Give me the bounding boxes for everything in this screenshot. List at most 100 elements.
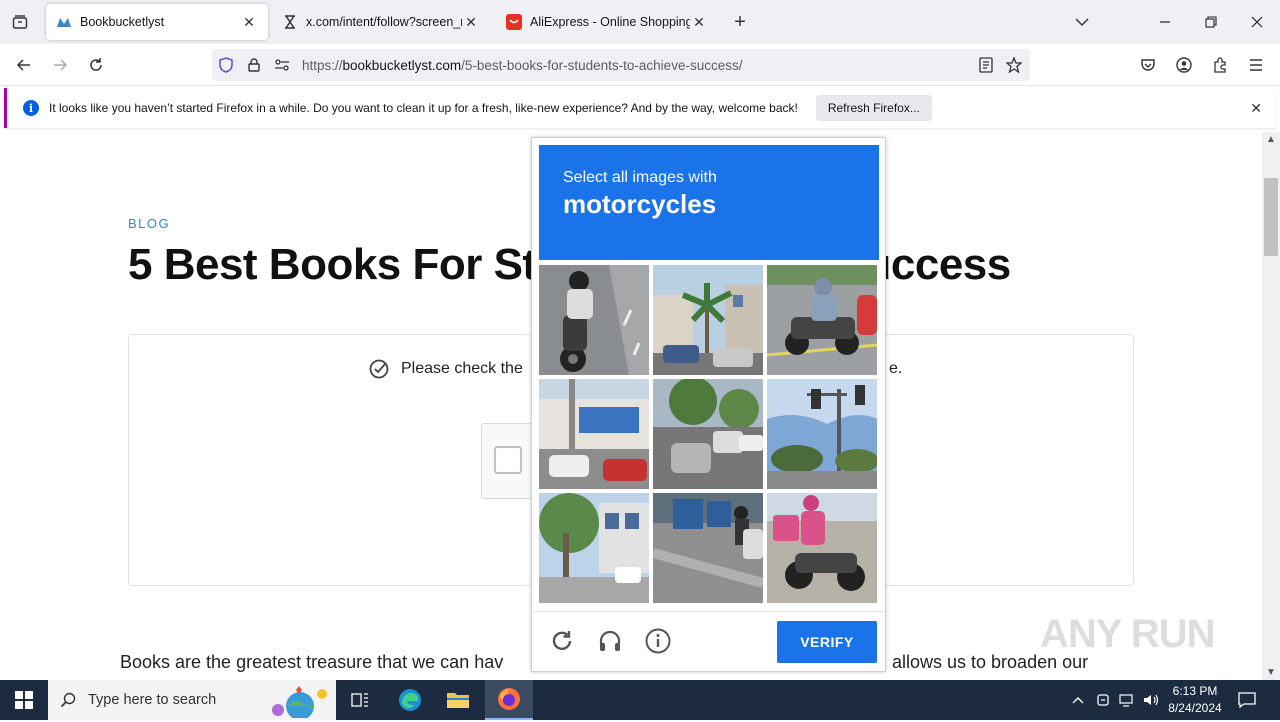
url-path: /5-best-books-for-students-to-achieve-su… xyxy=(461,57,743,73)
firefox-icon xyxy=(498,688,520,710)
tab-bookbucketlyst[interactable]: Bookbucketlyst ✕ xyxy=(46,4,268,40)
captcha-tile-9[interactable] xyxy=(767,493,877,603)
captcha-info-button[interactable] xyxy=(643,626,673,656)
captcha-tile-1[interactable] xyxy=(539,265,649,375)
account-icon xyxy=(1176,57,1192,73)
captcha-tile-2[interactable] xyxy=(653,265,763,375)
captcha-tile-6[interactable] xyxy=(767,379,877,489)
reload-icon xyxy=(90,58,102,71)
reload-button[interactable] xyxy=(81,50,111,80)
notification-message: It looks like you haven’t started Firefo… xyxy=(49,101,798,115)
forward-button[interactable] xyxy=(45,50,75,80)
clock-time: 6:13 PM xyxy=(1172,684,1218,698)
pocket-button[interactable] xyxy=(1133,50,1163,80)
file-explorer-button[interactable] xyxy=(434,680,482,720)
tab-x-follow[interactable]: x.com/intent/follow?screen_na ✕ xyxy=(272,4,490,40)
taskbar-clock[interactable]: 6:13 PM 8/24/2024 xyxy=(1160,683,1230,717)
info-circle-icon xyxy=(645,628,671,654)
hourglass-icon xyxy=(282,14,298,30)
scroll-down-icon[interactable]: ▼ xyxy=(1266,667,1276,678)
category-label[interactable]: BLOG xyxy=(128,216,170,231)
reader-view-icon[interactable] xyxy=(972,49,1000,81)
start-button[interactable] xyxy=(0,680,48,720)
tab-list-button[interactable] xyxy=(0,0,40,44)
aliexpress-favicon-icon xyxy=(506,14,522,30)
minimize-button[interactable] xyxy=(1142,0,1188,44)
firefox-taskbar-button[interactable] xyxy=(485,680,533,720)
device-icon xyxy=(1097,694,1109,706)
pocket-icon xyxy=(1141,59,1155,71)
bookmark-star-icon[interactable] xyxy=(1000,49,1028,81)
article-body: Books are the greatest treasure that we … xyxy=(120,652,1088,673)
new-tab-button[interactable]: + xyxy=(728,10,752,34)
taskbar-search-box[interactable]: Type here to search xyxy=(48,680,336,720)
captcha-tile-7[interactable] xyxy=(539,493,649,603)
captcha-tile-8[interactable] xyxy=(653,493,763,603)
tab-title: Bookbucketlyst xyxy=(80,15,165,29)
tab-strip: Bookbucketlyst ✕ x.com/intent/follow?scr… xyxy=(0,0,1280,44)
verification-message: Please check the e. xyxy=(369,359,902,379)
url-bar[interactable]: https://bookbucketlyst.com/5-best-books-… xyxy=(212,49,1030,81)
captcha-tile-3[interactable] xyxy=(767,265,877,375)
tab-overflow-button[interactable] xyxy=(1070,10,1094,34)
url-host: bookbucketlyst.com xyxy=(342,57,462,73)
navigation-toolbar: https://bookbucketlyst.com/5-best-books-… xyxy=(0,44,1280,86)
body-text-left: Books are the greatest treasure that we … xyxy=(120,652,504,672)
windows-taskbar: Type here to search 6:13 PM 8/24/2024 xyxy=(0,680,1280,720)
chevron-down-icon xyxy=(1075,18,1089,27)
notification-close-icon[interactable]: ✕ xyxy=(1250,100,1262,117)
url-prefix: https:// xyxy=(302,57,343,73)
show-hidden-icons-button[interactable] xyxy=(1068,680,1088,720)
tab-close-icon[interactable]: ✕ xyxy=(462,13,480,31)
device-tray-button[interactable] xyxy=(1092,680,1114,720)
url-text[interactable]: https://bookbucketlyst.com/5-best-books-… xyxy=(302,58,742,73)
network-tray-button[interactable] xyxy=(1116,680,1138,720)
tab-list-icon xyxy=(12,15,28,29)
scroll-up-icon[interactable]: ▲ xyxy=(1266,134,1276,145)
search-placeholder: Type here to search xyxy=(88,692,217,708)
extensions-button[interactable] xyxy=(1205,50,1235,80)
captcha-tile-4[interactable] xyxy=(539,379,649,489)
anyrun-watermark: ANY RUN xyxy=(1040,612,1216,657)
tab-close-icon[interactable]: ✕ xyxy=(240,13,258,31)
tab-close-icon[interactable]: ✕ xyxy=(690,13,708,31)
verify-button[interactable]: VERIFY xyxy=(777,621,877,663)
account-button[interactable] xyxy=(1169,50,1199,80)
close-window-button[interactable] xyxy=(1234,0,1280,44)
refresh-firefox-button[interactable]: Refresh Firefox... xyxy=(815,95,932,121)
search-highlight-icon xyxy=(260,684,332,722)
arrow-left-icon xyxy=(16,59,30,71)
headphones-icon xyxy=(599,630,621,651)
captcha-checkbox[interactable] xyxy=(494,446,522,474)
captcha-header: Select all images with motorcycles xyxy=(539,145,879,260)
back-button[interactable] xyxy=(9,50,39,80)
tracking-shield-icon[interactable] xyxy=(212,49,240,81)
volume-tray-button[interactable] xyxy=(1140,680,1162,720)
captcha-audio-button[interactable] xyxy=(595,626,625,656)
restore-button[interactable] xyxy=(1188,0,1234,44)
tab-aliexpress[interactable]: AliExpress - Online Shopping fo ✕ xyxy=(496,4,718,40)
task-view-icon xyxy=(351,693,368,707)
menu-button[interactable] xyxy=(1241,50,1271,80)
refresh-firefox-notification: i It looks like you haven’t started Fire… xyxy=(4,88,1276,128)
permissions-icon[interactable] xyxy=(268,49,296,81)
bookbucketlyst-favicon-icon xyxy=(56,14,72,30)
captcha-prompt: Select all images with xyxy=(563,169,717,186)
close-icon xyxy=(1251,16,1263,28)
edge-taskbar-button[interactable] xyxy=(386,680,434,720)
captcha-tile-5[interactable] xyxy=(653,379,763,489)
windows-logo-icon xyxy=(15,691,33,709)
notifications-button[interactable] xyxy=(1232,680,1262,720)
captcha-image-grid xyxy=(539,265,879,605)
scrollbar-thumb[interactable] xyxy=(1264,178,1278,256)
page-scrollbar[interactable]: ▲ ▼ xyxy=(1262,132,1280,680)
task-view-button[interactable] xyxy=(336,680,384,720)
watermark-text: ANY RUN xyxy=(1040,612,1216,656)
tab-title: AliExpress - Online Shopping fo xyxy=(530,15,690,29)
captcha-footer: VERIFY xyxy=(532,611,885,671)
arrow-right-icon xyxy=(54,59,68,71)
restore-icon xyxy=(1205,16,1217,28)
network-icon xyxy=(1119,694,1133,707)
captcha-refresh-button[interactable] xyxy=(547,626,577,656)
lock-icon[interactable] xyxy=(240,49,268,81)
